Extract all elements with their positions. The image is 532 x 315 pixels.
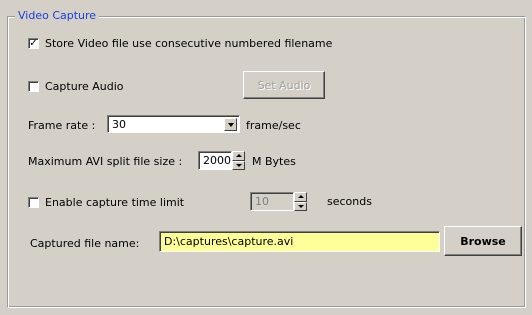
- arrow-up-icon[interactable]: [294, 192, 307, 202]
- avi-split-input[interactable]: 2000: [198, 151, 232, 170]
- time-limit-input[interactable]: 10: [250, 192, 294, 211]
- time-limit-spinner[interactable]: [294, 192, 307, 211]
- captured-file-row: Captured file name:: [30, 237, 139, 250]
- checkmark-icon: ✓: [29, 38, 38, 49]
- arrow-down-icon[interactable]: [294, 201, 307, 211]
- arrow-up-icon[interactable]: [232, 151, 245, 161]
- chevron-down-icon[interactable]: [224, 118, 237, 131]
- capture-audio-checkbox[interactable]: [28, 81, 39, 92]
- frame-rate-label: Frame rate :: [28, 119, 96, 132]
- set-audio-button[interactable]: Set Audio: [243, 71, 325, 99]
- captured-file-label: Captured file name:: [30, 237, 140, 250]
- avi-split-value: 2000: [203, 154, 231, 167]
- frame-rate-value: 30: [112, 117, 126, 131]
- captured-file-input[interactable]: D:\captures\capture.avi: [159, 231, 440, 252]
- frame-rate-unit-row: frame/sec: [246, 119, 301, 132]
- store-numbered-checkbox-row[interactable]: ✓ Store Video file use consecutive numbe…: [28, 37, 332, 50]
- captured-file-value: D:\captures\capture.avi: [164, 235, 294, 248]
- arrow-down-icon[interactable]: [232, 160, 245, 170]
- browse-label: Browse: [460, 234, 506, 248]
- set-audio-label: Set Audio: [257, 78, 311, 92]
- frame-rate-select[interactable]: 30: [107, 115, 240, 133]
- avi-split-spinner[interactable]: [232, 151, 245, 170]
- store-numbered-label: Store Video file use consecutive numbere…: [45, 37, 333, 50]
- time-limit-checkbox[interactable]: [28, 197, 39, 208]
- avi-split-row: Maximum AVI split file size :: [28, 155, 182, 168]
- frame-rate-row: Frame rate :: [28, 119, 95, 132]
- capture-audio-checkbox-row[interactable]: Capture Audio: [28, 80, 124, 93]
- capture-audio-label: Capture Audio: [45, 80, 124, 93]
- avi-split-label: Maximum AVI split file size :: [28, 155, 183, 168]
- avi-split-unit-row: M Bytes: [252, 155, 296, 168]
- time-limit-unit-row: seconds: [327, 195, 372, 208]
- time-limit-unit: seconds: [327, 195, 372, 208]
- time-limit-value: 10: [255, 195, 269, 208]
- time-limit-checkbox-row[interactable]: Enable capture time limit: [28, 196, 184, 209]
- store-numbered-checkbox[interactable]: ✓: [28, 38, 39, 49]
- time-limit-label: Enable capture time limit: [45, 196, 185, 209]
- frame-rate-unit: frame/sec: [246, 119, 301, 132]
- avi-split-unit: M Bytes: [252, 155, 296, 168]
- browse-button[interactable]: Browse: [444, 226, 522, 256]
- group-title: Video Capture: [15, 9, 100, 22]
